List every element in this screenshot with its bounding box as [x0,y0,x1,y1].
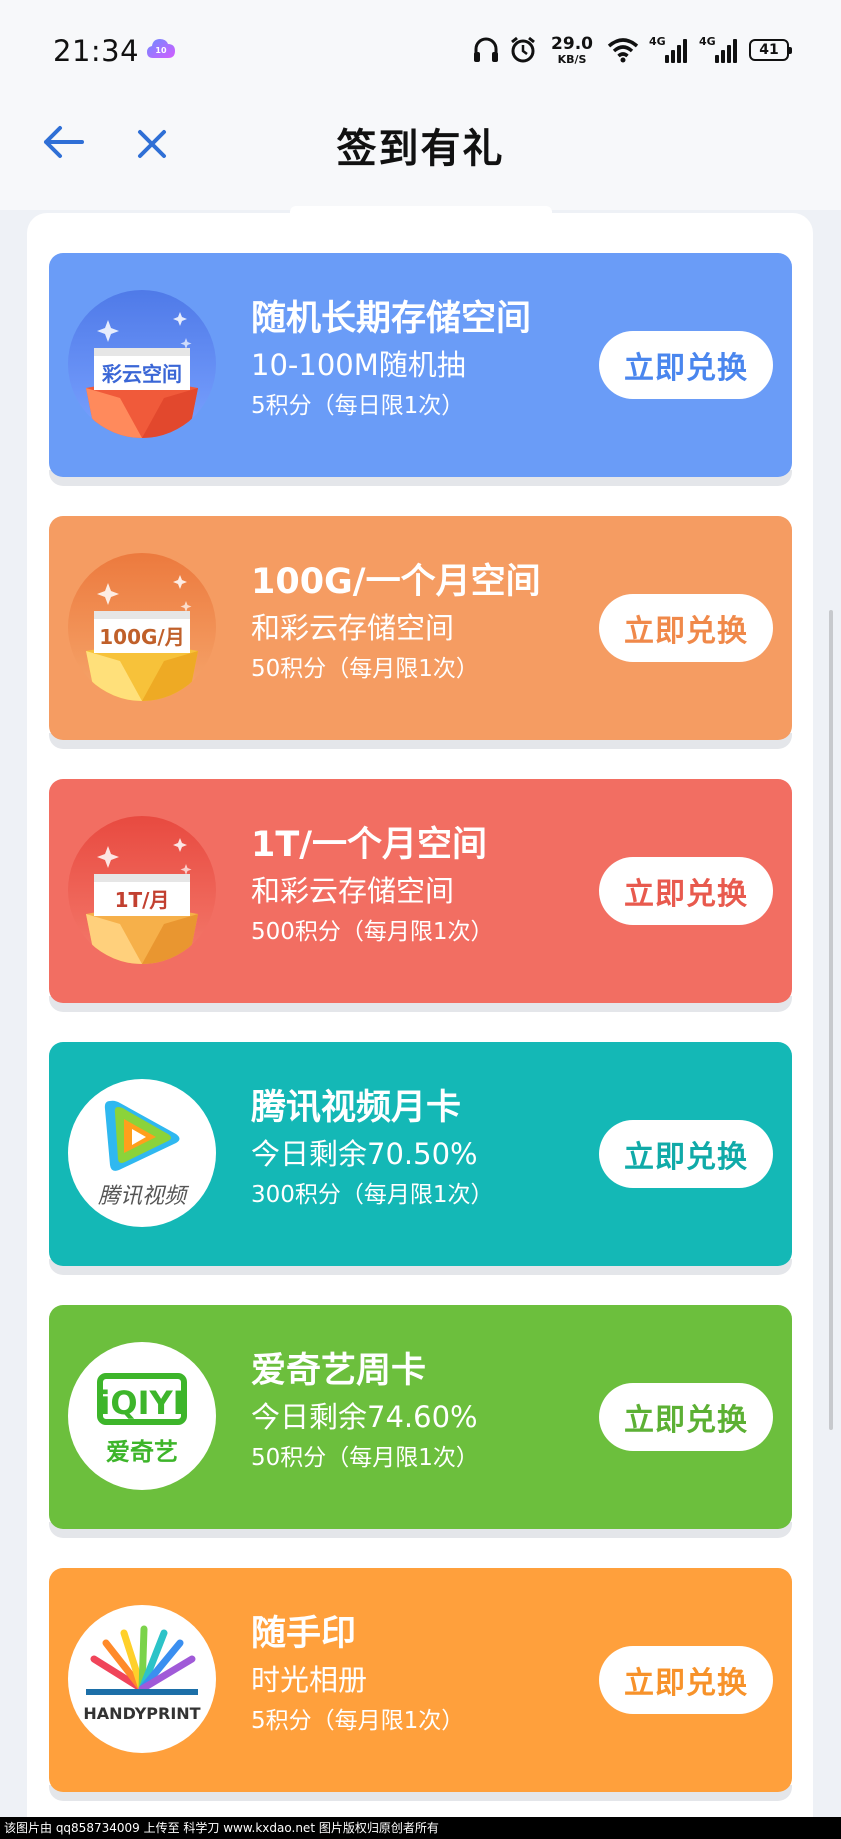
page-title: 签到有礼 [336,126,505,172]
reward-card-random-storage: 彩云空间 随机长期存储空间 10-100M随机抽 5积分（每日限1次） 立即兑换 [49,253,792,477]
scrollbar[interactable] [829,610,833,1430]
card-title: 1T/一个月空间 [251,825,488,865]
headset-icon [474,37,499,62]
gift-box-label: 彩云空间 [101,362,182,386]
iqiyi-logo-wordmark: iQIYI [99,1384,184,1422]
redeem-button[interactable]: 立即兑换 [599,331,773,399]
iqiyi-logo-icon: iQIYI 爱奇艺 [68,1342,216,1490]
reward-card-100g: 100G/月 100G/一个月空间 和彩云存储空间 50积分（每月限1次） 立即… [49,516,792,740]
card-title: 爱奇艺周卡 [251,1351,427,1391]
cloud-app-notification-icon: 10 [146,36,176,62]
page-header: 签到有礼 [0,100,841,210]
cellular-signal-2-label: 4G [699,35,716,48]
card-subtitle: 时光相册 [251,1663,368,1697]
redeem-button[interactable]: 立即兑换 [599,1120,773,1188]
redeem-button[interactable]: 立即兑换 [599,1383,773,1451]
card-text: 随手印 时光相册 5积分（每月限1次） [251,1612,552,1738]
card-text: 100G/一个月空间 和彩云存储空间 50积分（每月限1次） [251,560,552,686]
card-points: 5积分（每月限1次） [251,1708,465,1734]
gift-box-icon: 100G/月 [68,553,216,701]
card-points: 300积分（每月限1次） [251,1182,494,1208]
reward-card-tencent-video: 腾讯视频 腾讯视频月卡 今日剩余70.50% 300积分（每月限1次） 立即兑换 [49,1042,792,1266]
network-speed: 29.0 KB/S [551,33,593,66]
battery-level: 41 [759,42,779,58]
iqiyi-logo-label: 爱奇艺 [106,1438,178,1466]
status-bar: 21:34 10 29.0 KB/S 4G 4G 41 [0,0,841,100]
wifi-icon [607,38,639,63]
redeem-button[interactable]: 立即兑换 [599,857,773,925]
handyprint-logo-icon: HANDYPRINT [68,1605,216,1753]
card-subtitle: 和彩云存储空间 [251,611,455,645]
gift-box-icon: 1T/月 [68,816,216,964]
cellular-signal-2-icon: 4G [699,35,739,65]
network-speed-unit: KB/S [557,52,587,66]
gift-box-label: 1T/月 [115,888,170,912]
card-points: 5积分（每日限1次） [251,393,465,419]
cellular-signal-1-icon: 4G [649,35,689,65]
redeem-button[interactable]: 立即兑换 [599,1646,773,1714]
card-subtitle: 今日剩余70.50% [251,1137,478,1171]
battery-icon: 41 [749,39,792,61]
watermark-caption: 该图片由 qq858734009 上传至 科学刀 www.kxdao.net 图… [0,1817,841,1839]
tencent-video-logo-icon: 腾讯视频 [68,1079,216,1227]
card-subtitle: 10-100M随机抽 [251,348,466,382]
card-text: 随机长期存储空间 10-100M随机抽 5积分（每日限1次） [251,297,552,423]
cellular-signal-1-label: 4G [649,35,666,48]
card-text: 腾讯视频月卡 今日剩余70.50% 300积分（每月限1次） [251,1086,552,1212]
card-points: 50积分（每月限1次） [251,656,479,682]
card-title: 随手印 [251,1614,357,1654]
gift-box-icon: 彩云空间 [68,290,216,438]
svg-text:10: 10 [155,46,167,55]
reward-card-1t: 1T/月 1T/一个月空间 和彩云存储空间 500积分（每月限1次） 立即兑换 [49,779,792,1003]
card-title: 100G/一个月空间 [251,562,541,602]
card-subtitle: 和彩云存储空间 [251,874,455,908]
reward-card-handyprint: HANDYPRINT 随手印 时光相册 5积分（每月限1次） 立即兑换 [49,1568,792,1792]
handyprint-logo-label: HANDYPRINT [83,1704,200,1723]
card-title: 随机长期存储空间 [251,299,532,339]
tencent-video-logo-label: 腾讯视频 [98,1184,190,1209]
card-points: 50积分（每月限1次） [251,1445,479,1471]
gift-box-label: 100G/月 [99,625,184,649]
card-title: 腾讯视频月卡 [251,1088,462,1128]
card-subtitle: 今日剩余74.60% [251,1400,478,1434]
redeem-button[interactable]: 立即兑换 [599,594,773,662]
card-points: 500积分（每月限1次） [251,919,494,945]
card-text: 爱奇艺周卡 今日剩余74.60% 50积分（每月限1次） [251,1349,552,1475]
network-speed-value: 29.0 [551,33,593,54]
card-text: 1T/一个月空间 和彩云存储空间 500积分（每月限1次） [251,823,552,949]
alarm-icon [511,36,535,63]
reward-card-iqiyi: iQIYI 爱奇艺 爱奇艺周卡 今日剩余74.60% 50积分（每月限1次） 立… [49,1305,792,1529]
status-time: 21:34 [53,34,140,68]
